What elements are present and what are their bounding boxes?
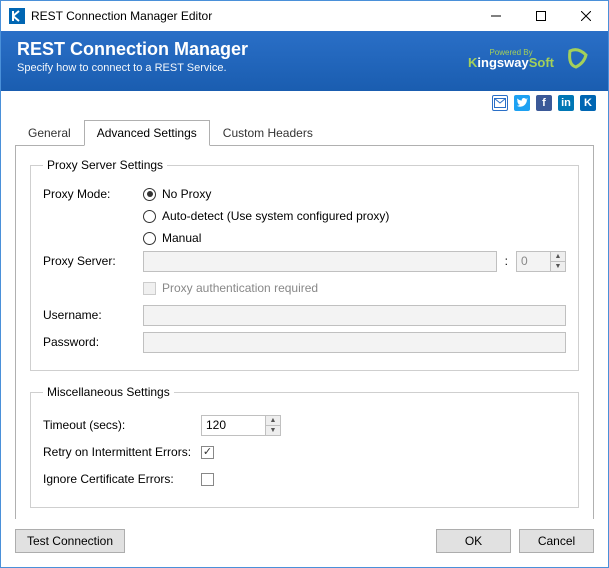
ignore-cert-label: Ignore Certificate Errors: — [43, 472, 201, 486]
username-input — [143, 305, 566, 326]
window-title: REST Connection Manager Editor — [31, 9, 473, 23]
test-connection-button[interactable]: Test Connection — [15, 529, 125, 553]
proxy-auth-checkbox — [143, 282, 156, 295]
port-spin-up: ▲ — [550, 252, 565, 261]
minimize-button[interactable] — [473, 1, 518, 31]
button-bar: Test Connection OK Cancel — [1, 519, 608, 567]
tab-general[interactable]: General — [15, 120, 84, 146]
proxy-server-settings-group: Proxy Server Settings Proxy Mode: No Pro… — [30, 158, 579, 371]
misc-legend: Miscellaneous Settings — [43, 385, 174, 399]
retry-label: Retry on Intermittent Errors: — [43, 445, 201, 459]
radio-icon — [143, 232, 156, 245]
swoosh-icon — [564, 45, 592, 73]
linkedin-icon[interactable]: in — [558, 95, 574, 111]
tab-row: General Advanced Settings Custom Headers — [1, 115, 608, 145]
mail-icon[interactable] — [492, 95, 508, 111]
radio-auto-detect[interactable]: Auto-detect (Use system configured proxy… — [143, 209, 389, 223]
tab-advanced-settings[interactable]: Advanced Settings — [84, 120, 210, 146]
window-titlebar: REST Connection Manager Editor — [1, 1, 608, 31]
kingswaysoft-icon[interactable]: K — [580, 95, 596, 111]
proxy-auth-label: Proxy authentication required — [162, 281, 318, 295]
timeout-label: Timeout (secs): — [43, 418, 201, 432]
proxy-mode-label: Proxy Mode: — [43, 187, 143, 201]
app-icon — [9, 8, 25, 24]
social-row: f in K — [1, 91, 608, 115]
proxy-server-label: Proxy Server: — [43, 254, 143, 268]
ok-button[interactable]: OK — [436, 529, 511, 553]
header-banner: REST Connection Manager Specify how to c… — [1, 31, 608, 91]
tab-custom-headers[interactable]: Custom Headers — [210, 120, 326, 146]
banner-subtitle: Specify how to connect to a REST Service… — [17, 62, 248, 74]
maximize-button[interactable] — [518, 1, 563, 31]
twitter-icon[interactable] — [514, 95, 530, 111]
misc-settings-group: Miscellaneous Settings Timeout (secs): ▲… — [30, 385, 579, 508]
username-label: Username: — [43, 308, 143, 322]
timeout-spin-up[interactable]: ▲ — [265, 416, 280, 425]
password-label: Password: — [43, 335, 143, 349]
timeout-spin-down[interactable]: ▼ — [265, 425, 280, 435]
brand-logo: Powered By KingswaySoft — [468, 48, 554, 70]
proxy-server-input — [143, 251, 497, 272]
facebook-icon[interactable]: f — [536, 95, 552, 111]
ignore-cert-checkbox[interactable] — [201, 473, 214, 486]
password-input — [143, 332, 566, 353]
radio-icon — [143, 210, 156, 223]
radio-icon — [143, 188, 156, 201]
port-spin-down: ▼ — [550, 261, 565, 271]
close-button[interactable] — [563, 1, 608, 31]
banner-heading: REST Connection Manager — [17, 39, 248, 60]
retry-checkbox[interactable] — [201, 446, 214, 459]
tab-content: Proxy Server Settings Proxy Mode: No Pro… — [15, 145, 594, 523]
radio-manual[interactable]: Manual — [143, 231, 389, 245]
radio-no-proxy[interactable]: No Proxy — [143, 187, 389, 201]
cancel-button[interactable]: Cancel — [519, 529, 594, 553]
port-separator: : — [497, 254, 516, 268]
proxy-legend: Proxy Server Settings — [43, 158, 167, 172]
